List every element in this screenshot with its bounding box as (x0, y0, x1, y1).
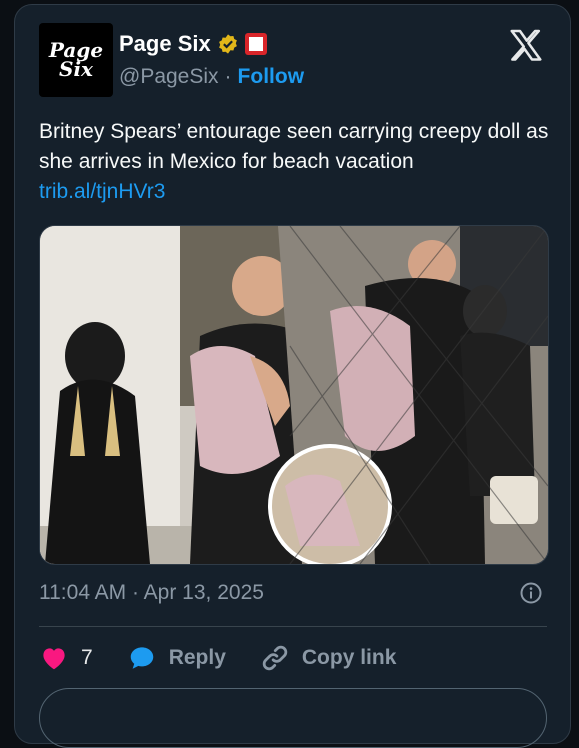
action-bar: 7 Reply Copy link (39, 643, 430, 673)
photo-collage-image (40, 226, 548, 564)
copy-link-button[interactable]: Copy link (260, 643, 397, 673)
reply-bubble-icon (130, 647, 153, 669)
reply-button[interactable]: Reply (127, 643, 226, 673)
tweet-body: Britney Spears’ entourage seen carrying … (39, 120, 549, 173)
tweet-card: Page Six Page Six @PageSix · Follow Brit… (14, 4, 571, 748)
x-logo-icon[interactable] (507, 27, 545, 65)
reply-label: Reply (168, 646, 226, 669)
account-name[interactable]: Page Six (119, 31, 211, 57)
separator-dot: · (224, 65, 232, 88)
heart-icon (43, 648, 65, 670)
avatar[interactable]: Page Six (39, 23, 113, 97)
account-handle[interactable]: @PageSix (119, 65, 219, 89)
tweet-timestamp[interactable]: 11:04 AM · Apr 13, 2025 (39, 581, 264, 605)
tweet-text: Britney Spears’ entourage seen carrying … (39, 117, 549, 207)
like-count: 7 (81, 646, 93, 669)
read-replies-button[interactable] (39, 688, 547, 748)
tweet-photo[interactable] (39, 225, 549, 565)
info-icon[interactable] (519, 581, 543, 605)
affiliate-badge-icon (244, 33, 267, 55)
verified-badge-icon (218, 34, 237, 54)
tweet-link[interactable]: trib.al/tjnHVr3 (39, 177, 549, 207)
avatar-text-line2: Six (59, 57, 93, 81)
follow-button[interactable]: Follow (238, 65, 305, 89)
divider (39, 626, 547, 627)
link-icon (262, 645, 288, 671)
account-name-row: Page Six (119, 31, 267, 57)
copy-link-label: Copy link (301, 646, 397, 669)
like-button[interactable]: 7 (39, 643, 93, 673)
handle-row: @PageSix · Follow (119, 65, 304, 89)
